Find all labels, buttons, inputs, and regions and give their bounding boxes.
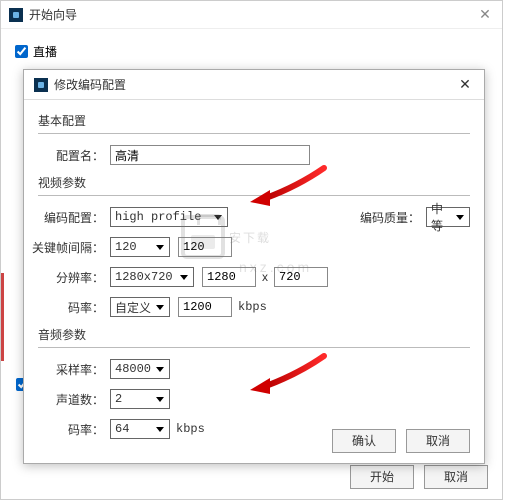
wizard-titlebar: 开始向导 ✕ <box>1 1 502 29</box>
resolution-width-input[interactable] <box>202 267 256 287</box>
dialog-footer: 确认 取消 <box>332 429 470 453</box>
live-checkbox[interactable] <box>15 45 28 58</box>
divider <box>38 347 470 348</box>
encode-quality-dropdown[interactable]: 中等 <box>426 207 470 227</box>
basic-group-title: 基本配置 <box>38 112 470 129</box>
encode-profile-label: 编码配置： <box>38 209 104 226</box>
audio-bitrate-dropdown[interactable]: 64 <box>110 419 170 439</box>
divider <box>38 133 470 134</box>
wizard-window: 开始向导 ✕ 直播 开始 取消 修改编码配置 ✕ 基本配置 配置名： 视频 <box>0 0 503 500</box>
video-bitrate-input[interactable] <box>178 297 232 317</box>
wizard-title: 开始向导 <box>29 6 476 23</box>
encode-config-dialog: 修改编码配置 ✕ 基本配置 配置名： 视频参数 编码配置： high profi… <box>23 69 485 464</box>
dialog-title: 修改编码配置 <box>54 76 456 93</box>
resolution-height-input[interactable] <box>274 267 328 287</box>
dialog-body: 基本配置 配置名： 视频参数 编码配置： high profile 编码质量： … <box>24 100 484 458</box>
config-name-input[interactable] <box>110 145 310 165</box>
keyframe-label: 关键帧间隔： <box>26 239 104 256</box>
audio-bitrate-label: 码率： <box>38 421 104 438</box>
live-label: 直播 <box>33 43 57 60</box>
dialog-icon <box>34 78 48 92</box>
resolution-x-sep: x <box>262 270 268 284</box>
wizard-close-icon[interactable]: ✕ <box>476 6 494 23</box>
app-icon <box>9 8 23 22</box>
resolution-label: 分辨率： <box>38 269 104 286</box>
bitrate-mode-dropdown[interactable]: 自定义 <box>110 297 170 317</box>
encode-profile-dropdown[interactable]: high profile <box>110 207 228 227</box>
audio-bitrate-unit: kbps <box>176 422 205 436</box>
sample-rate-dropdown[interactable]: 48000 <box>110 359 170 379</box>
dialog-close-icon[interactable]: ✕ <box>456 76 474 93</box>
start-button[interactable]: 开始 <box>350 465 414 489</box>
wizard-cancel-button[interactable]: 取消 <box>424 465 488 489</box>
wizard-footer: 开始 取消 <box>350 465 488 489</box>
dialog-titlebar: 修改编码配置 ✕ <box>24 70 484 100</box>
keyframe-dropdown[interactable]: 120 <box>110 237 170 257</box>
channels-label: 声道数： <box>38 391 104 408</box>
channels-dropdown[interactable]: 2 <box>110 389 170 409</box>
sample-rate-label: 采样率： <box>38 361 104 378</box>
config-name-label: 配置名： <box>38 147 104 164</box>
divider <box>38 195 470 196</box>
video-group-title: 视频参数 <box>38 174 470 191</box>
video-bitrate-label: 码率： <box>38 299 104 316</box>
encode-quality-label: 编码质量： <box>360 209 420 226</box>
ok-button[interactable]: 确认 <box>332 429 396 453</box>
audio-group-title: 音频参数 <box>38 326 470 343</box>
keyframe-input[interactable] <box>178 237 232 257</box>
resolution-dropdown[interactable]: 1280x720 <box>110 267 194 287</box>
left-accent <box>1 273 4 361</box>
video-bitrate-unit: kbps <box>238 300 267 314</box>
live-checkbox-row[interactable]: 直播 <box>15 43 488 60</box>
dialog-cancel-button[interactable]: 取消 <box>406 429 470 453</box>
